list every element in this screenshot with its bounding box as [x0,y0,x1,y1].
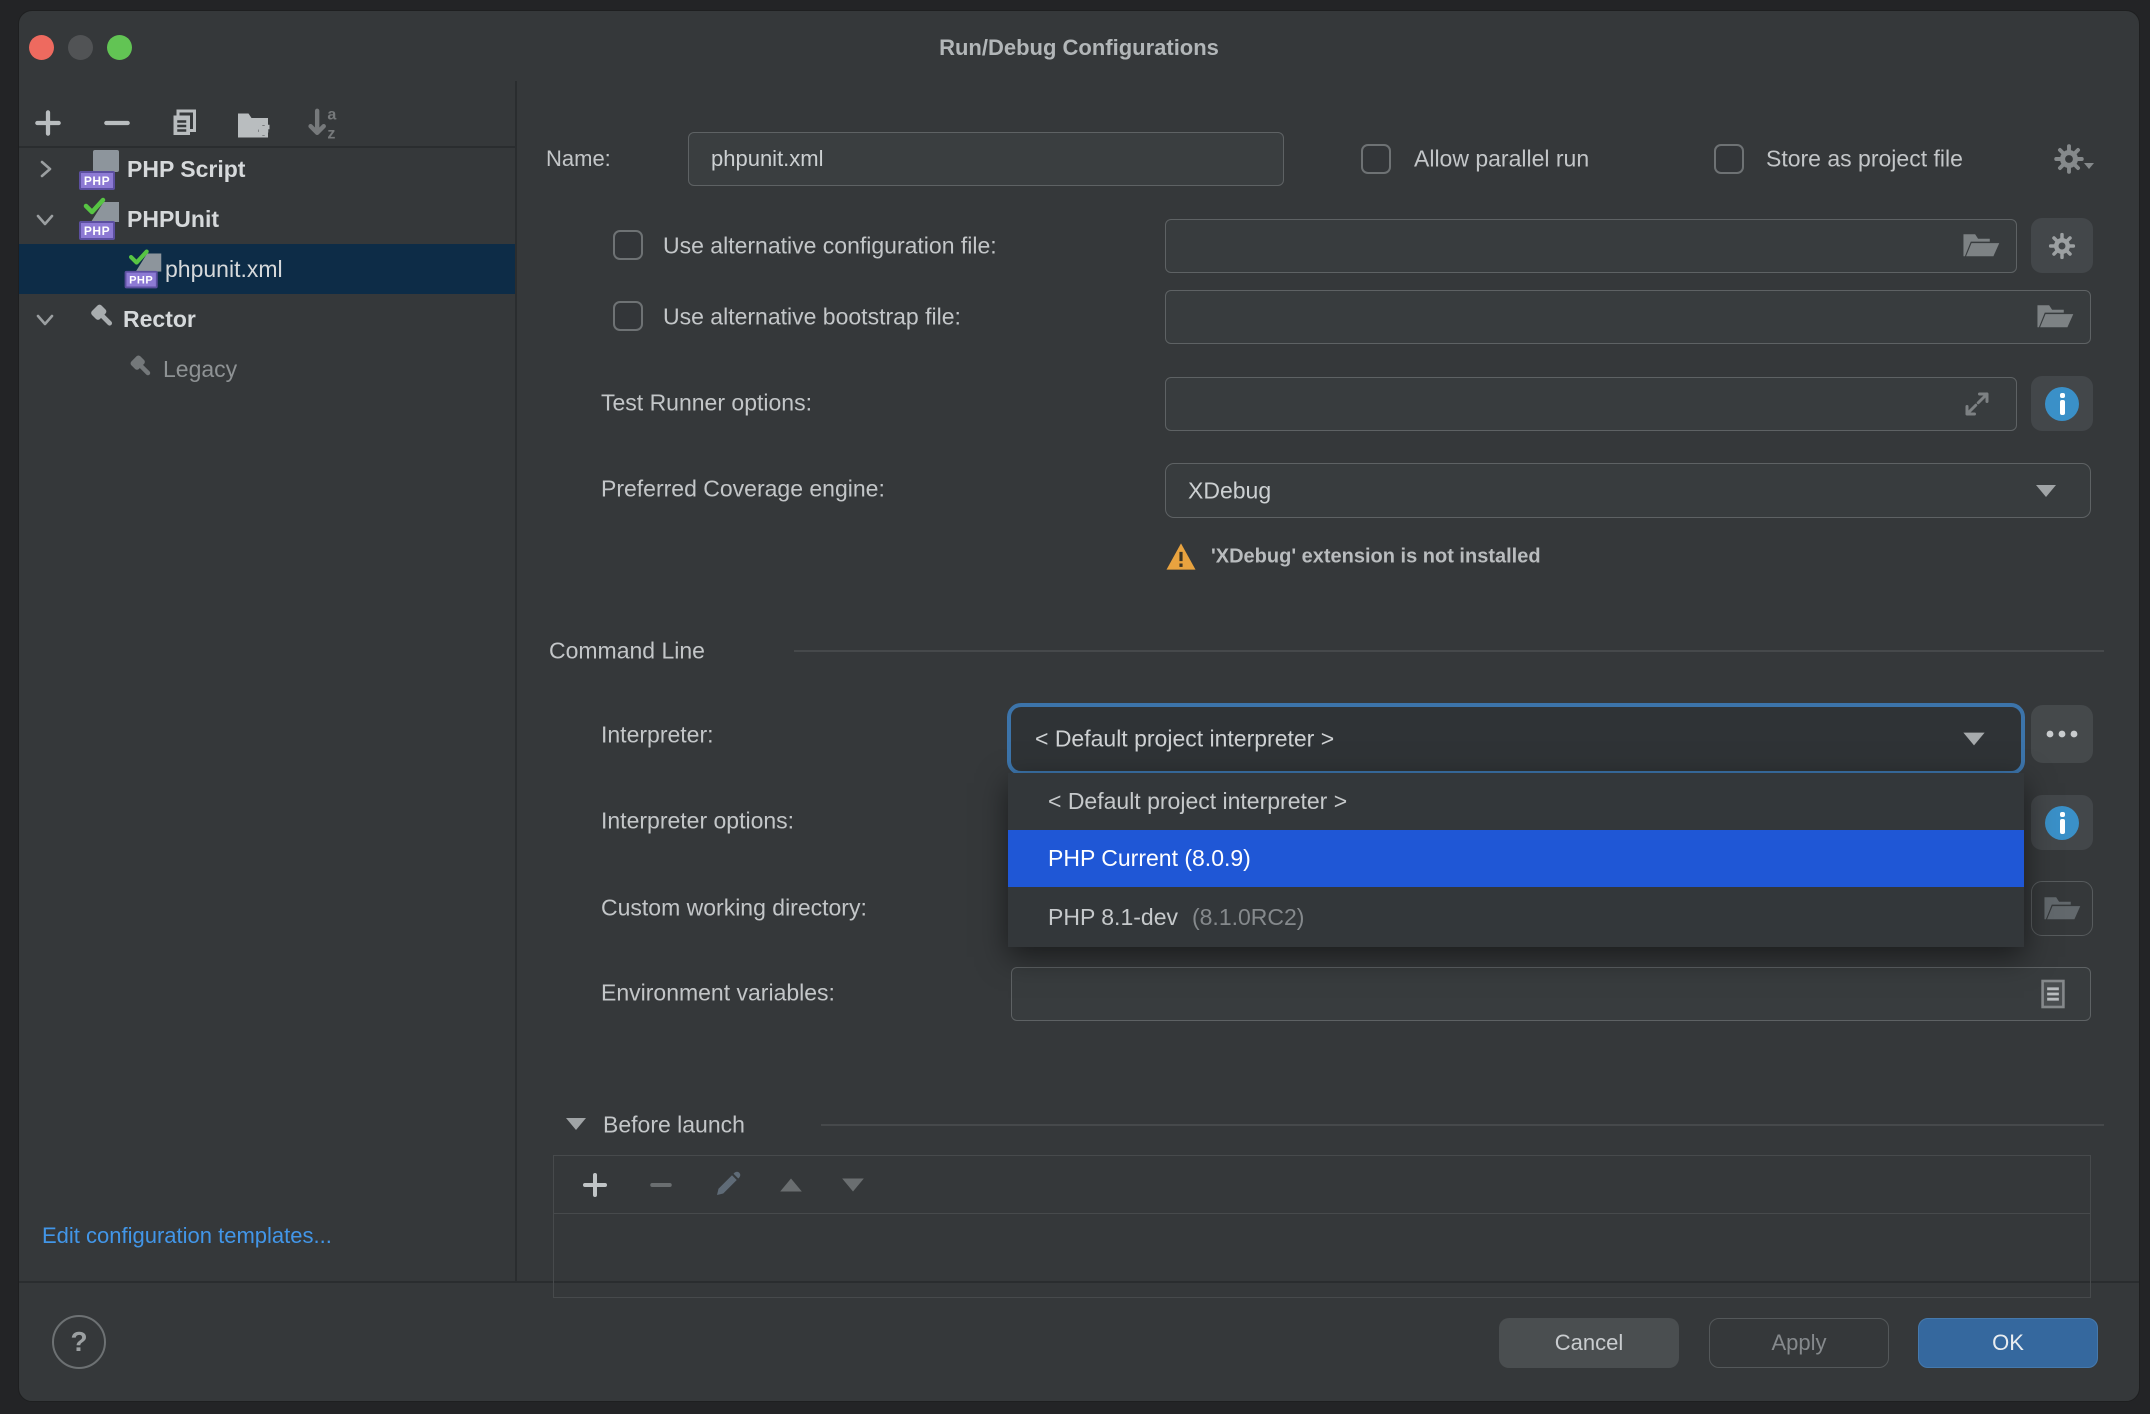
dropdown-item-version-suffix: (8.1.0RC2) [1192,904,1304,931]
tree-item-label: PHPUnit [127,206,219,233]
test-runner-options-input[interactable] [1165,377,2017,431]
interpreter-label: Interpreter: [601,722,714,749]
store-as-project-file-gear-icon[interactable] [2051,141,2095,177]
edit-task-button[interactable] [712,1170,742,1200]
store-as-project-file-checkbox[interactable] [1714,144,1744,174]
dropdown-arrow-icon[interactable] [1961,731,1987,748]
environment-list-icon[interactable] [2040,978,2066,1010]
before-launch-collapse-icon[interactable] [564,1115,588,1133]
dropdown-item-php-81-dev[interactable]: PHP 8.1-dev (8.1.0RC2) [1008,887,2024,947]
test-runner-info-button[interactable] [2031,376,2093,431]
phpunit-configuration-icon: PHP [125,250,162,289]
allow-parallel-run-checkbox[interactable] [1361,144,1391,174]
interpreter-combobox[interactable]: < Default project interpreter > [1007,703,2025,775]
name-input[interactable]: phpunit.xml [688,132,1284,186]
browse-ellipsis-icon [2045,729,2079,739]
move-down-button[interactable] [840,1175,866,1195]
interpreter-browse-button[interactable] [2031,705,2093,763]
add-configuration-button[interactable] [32,107,64,139]
svg-text:a: a [327,106,337,124]
screen: Run/Debug Configurations a z [0,0,2150,1414]
run-debug-configurations-dialog: Run/Debug Configurations a z [18,10,2140,1402]
tree-item-label: Legacy [163,356,237,383]
sidebar-divider[interactable] [515,81,517,1281]
coverage-engine-combobox[interactable]: XDebug [1165,463,2091,518]
tree-item-rector[interactable]: Rector [19,294,515,344]
dropdown-item-label: PHP 8.1-dev [1048,904,1178,931]
warning-icon [1165,542,1197,571]
use-alt-config-label: Use alternative configuration file: [663,233,997,260]
apply-button[interactable]: Apply [1709,1318,1889,1368]
open-folder-icon[interactable] [2036,302,2074,332]
store-as-project-file-label: Store as project file [1766,146,1963,173]
chevron-down-icon[interactable] [33,207,57,231]
test-runner-options-label: Test Runner options: [601,390,812,417]
move-up-button[interactable] [778,1175,804,1195]
php-script-icon: PHP [79,148,119,190]
interpreter-combobox-value: < Default project interpreter > [1035,726,1334,753]
help-icon: ? [70,1326,87,1358]
chevron-right-icon[interactable] [33,157,57,181]
sort-alphabetically-icon[interactable]: a z [304,105,342,143]
tree-item-label: Rector [123,306,196,333]
before-launch-panel [553,1155,2091,1298]
command-line-section-divider [794,650,2104,652]
coverage-engine-label: Preferred Coverage engine: [601,476,885,503]
name-label: Name: [546,146,611,172]
info-icon [2045,806,2079,840]
open-folder-icon [2043,894,2081,924]
allow-parallel-run-label: Allow parallel run [1414,146,1589,173]
dropdown-item-php-current-selected[interactable]: PHP Current (8.0.9) [1008,830,2024,887]
environment-variables-label: Environment variables: [601,980,835,1007]
tree-item-php-script[interactable]: PHP PHP Script [19,144,515,194]
ok-button[interactable]: OK [1918,1318,2098,1368]
alt-bootstrap-path-input[interactable] [1165,290,2091,344]
interpreter-options-info-button[interactable] [2031,795,2093,850]
tree-item-label: phpunit.xml [165,256,283,283]
svg-text:z: z [327,125,335,143]
alt-config-settings-button[interactable] [2031,218,2093,273]
tree-item-phpunit-xml-selected[interactable]: PHP phpunit.xml [19,244,515,294]
interpreter-dropdown-popup: < Default project interpreter > PHP Curr… [1008,773,2024,947]
open-folder-icon[interactable] [1962,231,2000,261]
new-folder-button[interactable] [235,107,271,141]
before-launch-section-divider [821,1124,2104,1126]
alt-config-path-input[interactable] [1165,219,2017,273]
help-button[interactable]: ? [52,1315,106,1369]
phpunit-icon: PHP [79,198,119,240]
edit-configuration-templates-link[interactable]: Edit configuration templates... [42,1223,332,1249]
interpreter-options-label: Interpreter options: [601,808,794,835]
tree-item-legacy[interactable]: Legacy [19,344,515,394]
chevron-down-icon[interactable] [33,307,57,331]
use-alt-bootstrap-label: Use alternative bootstrap file: [663,304,961,331]
hammer-icon [121,353,153,385]
custom-working-directory-browse-button[interactable] [2031,881,2093,936]
custom-working-directory-label: Custom working directory: [601,895,867,922]
environment-variables-input[interactable] [1011,967,2091,1021]
remove-configuration-button[interactable] [101,107,133,139]
hammer-icon [81,302,115,336]
use-alt-bootstrap-checkbox[interactable] [613,301,643,331]
dropdown-item-default-interpreter[interactable]: < Default project interpreter > [1008,773,2024,830]
cancel-button[interactable]: Cancel [1499,1318,1679,1368]
gear-icon [2046,230,2078,262]
use-alt-config-checkbox[interactable] [613,230,643,260]
before-launch-section-title: Before launch [603,1112,745,1139]
command-line-section-title: Command Line [549,638,705,665]
tree-item-label: PHP Script [127,156,245,183]
expand-field-icon[interactable] [1962,389,1992,419]
info-icon [2045,387,2079,421]
dropdown-arrow-icon[interactable] [2034,483,2058,499]
dialog-title: Run/Debug Configurations [19,35,2139,61]
remove-task-button[interactable] [646,1170,676,1200]
add-task-button[interactable] [580,1170,610,1200]
copy-configuration-button[interactable] [166,105,202,141]
coverage-warning-text: 'XDebug' extension is not installed [1211,546,1541,569]
tree-item-phpunit[interactable]: PHP PHPUnit [19,194,515,244]
before-launch-toolbar [554,1156,2090,1214]
before-launch-task-list[interactable] [554,1216,2090,1297]
